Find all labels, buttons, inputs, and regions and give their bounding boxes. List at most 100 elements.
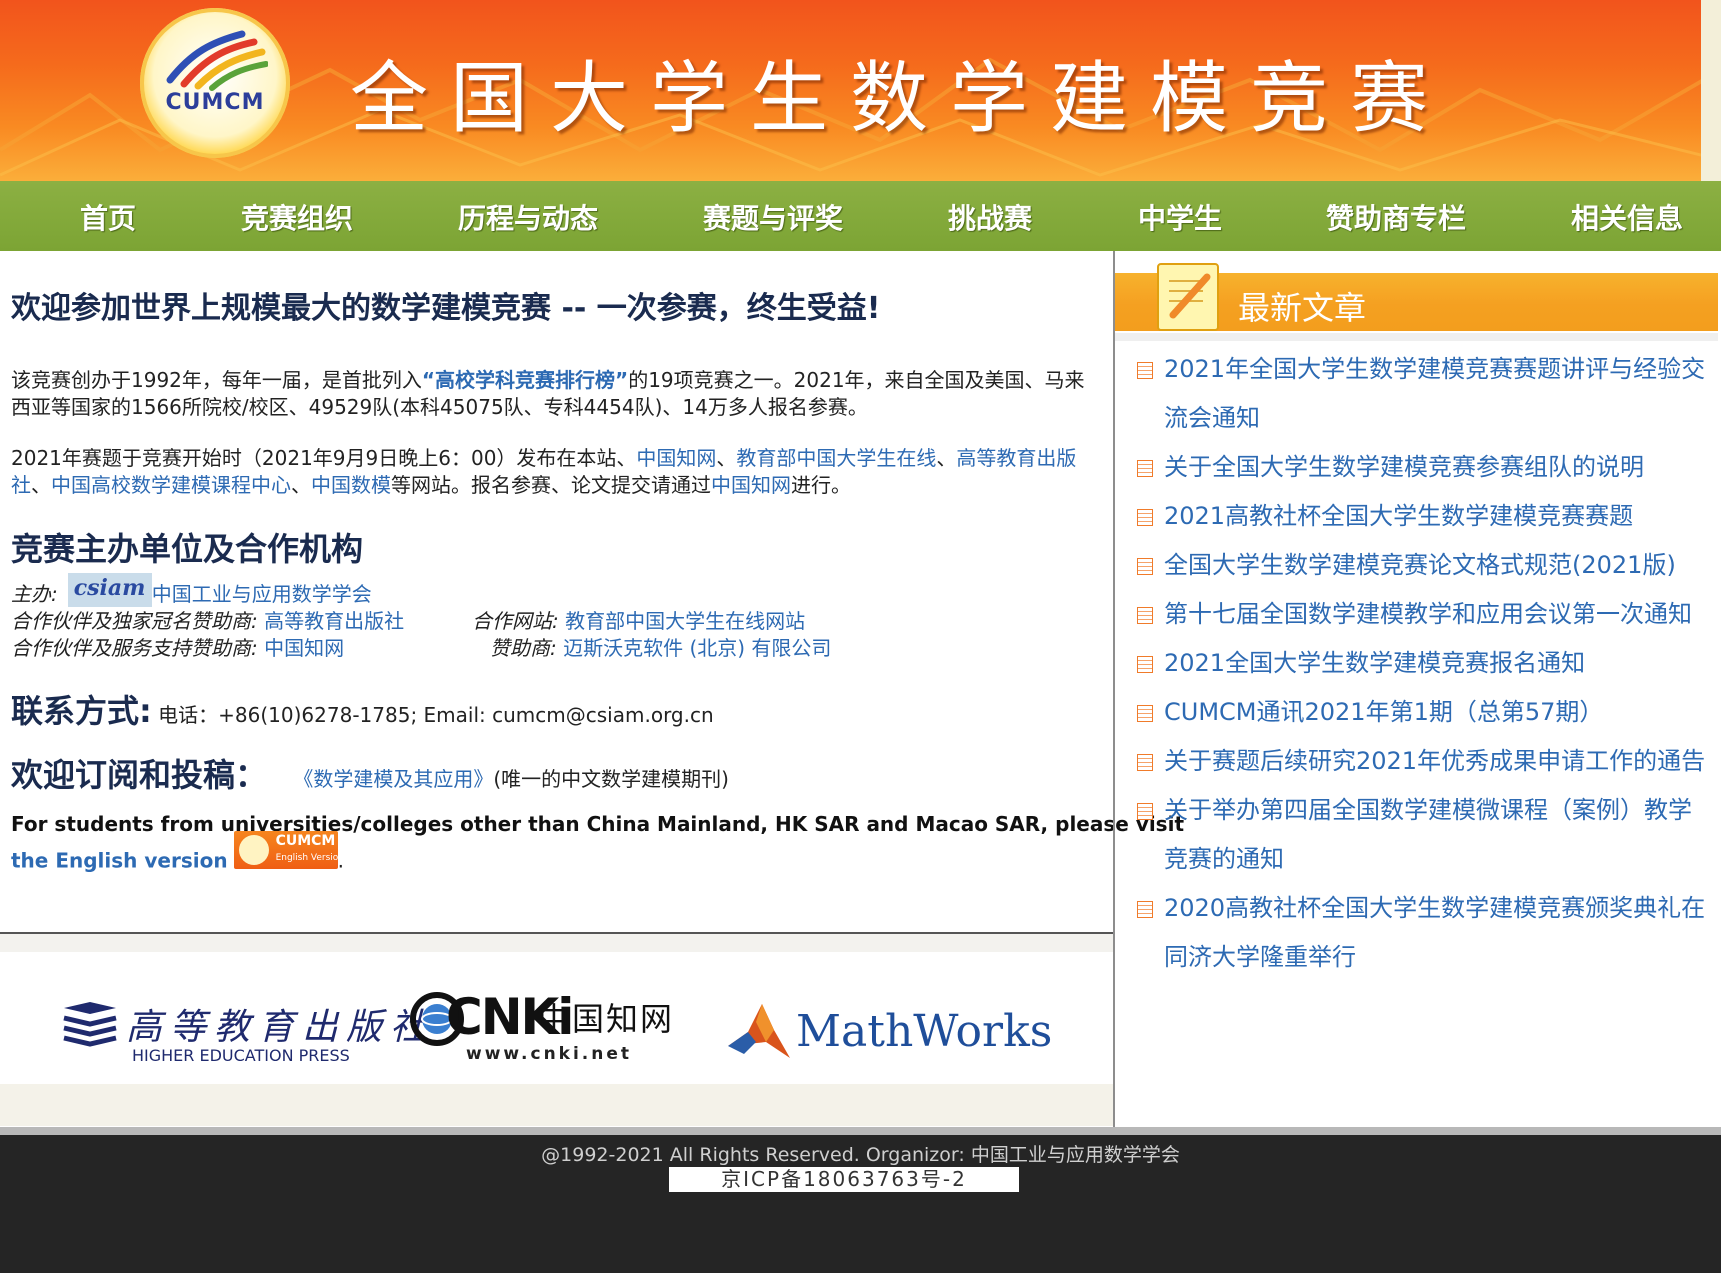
contact-heading: 联系方式: bbox=[11, 692, 152, 730]
article-item[interactable]: 2021年全国大学生数学建模竞赛赛题讲评与经验交流会通知 bbox=[1134, 345, 1710, 443]
mathworks-wordmark: MathWorks bbox=[796, 1006, 1053, 1057]
cumcm-logo[interactable]: CUMCM bbox=[140, 8, 290, 158]
release-separator: 、 bbox=[291, 473, 311, 497]
cnki-submit-link[interactable]: 中国知网 bbox=[711, 473, 791, 497]
article-title: 关于全国大学生数学建模竞赛参赛组队的说明 bbox=[1164, 453, 1644, 481]
english-version-link[interactable]: the English version bbox=[11, 849, 228, 873]
release-text-mid: 等网站。报名参赛、论文提交请通过 bbox=[391, 473, 711, 497]
subscribe-row: 欢迎订阅和投稿： 《数学建模及其应用》(唯一的中文数学建模期刊) bbox=[11, 750, 729, 796]
nav-item-challenge[interactable]: 挑战赛 bbox=[948, 197, 1032, 237]
partner-site-label: 合作网站: bbox=[472, 609, 559, 633]
journal-note: (唯一的中文数学建模期刊) bbox=[493, 767, 729, 791]
csiam-logo-text: csiam bbox=[73, 574, 146, 601]
sponsor-bottom-band bbox=[0, 1084, 1113, 1126]
partner1-label: 合作伙伴及独家冠名赞助商: bbox=[11, 609, 258, 633]
document-bullet-icon bbox=[1137, 362, 1153, 379]
cumcm-logo-text: CUMCM bbox=[165, 90, 265, 115]
sidebar-header-shadow bbox=[1115, 333, 1718, 341]
document-bullet-icon bbox=[1137, 607, 1153, 624]
cumcm-logo-mark-icon bbox=[166, 30, 268, 91]
article-item[interactable]: 关于赛题后续研究2021年优秀成果申请工作的通告 bbox=[1134, 737, 1710, 786]
release-separator: 、 bbox=[936, 446, 957, 470]
document-bullet-icon bbox=[1137, 705, 1153, 722]
article-item[interactable]: 2021高教社杯全国大学生数学建模竞赛赛题 bbox=[1134, 492, 1710, 541]
article-title: 2021年全国大学生数学建模竞赛赛题讲评与经验交流会通知 bbox=[1164, 355, 1706, 432]
hep-chinese-name: 高等教育出版社 bbox=[126, 1007, 435, 1048]
article-title: 第十七届全国数学建模教学和应用会议第一次通知 bbox=[1164, 600, 1692, 628]
cnki-partner-link[interactable]: 中国知网 bbox=[264, 636, 344, 660]
sponsor-row: 赞助商: 迈斯沃克软件 (北京) 有限公司 bbox=[490, 632, 831, 661]
header-banner: CUMCM 全国大学生数学建模竞赛 bbox=[0, 0, 1721, 181]
journal-link[interactable]: 《数学建模及其应用》 bbox=[293, 767, 493, 791]
footer-separator bbox=[0, 1127, 1721, 1135]
sponsor-band bbox=[0, 934, 1113, 952]
china-mcm-link[interactable]: 中国数模 bbox=[311, 473, 391, 497]
organizers-heading: 竞赛主办单位及合作机构 bbox=[11, 530, 364, 568]
nav-item-sponsors[interactable]: 赞助商专栏 bbox=[1326, 197, 1466, 237]
release-paragraph: 2021年赛题于竞赛开始时（2021年9月9日晚上6：00）发布在本站、中国知网… bbox=[11, 445, 1091, 499]
sponsor-logos: 高等教育出版社 HIGHER EDUCATION PRESS CNKi 中国知网… bbox=[0, 952, 1113, 1084]
nav-item-home[interactable]: 首页 bbox=[80, 197, 136, 237]
nav-item-high-school[interactable]: 中学生 bbox=[1138, 197, 1222, 237]
latest-articles-header: 最新文章 bbox=[1115, 263, 1718, 331]
nav-item-history[interactable]: 历程与动态 bbox=[458, 197, 598, 237]
csiam-logo[interactable]: csiam bbox=[67, 572, 152, 607]
course-center-link[interactable]: 中国高校数学建模课程中心 bbox=[51, 473, 291, 497]
main-nav: 首页 竞赛组织 历程与动态 赛题与评奖 挑战赛 中学生 赞助商专栏 相关信息 bbox=[0, 181, 1721, 251]
univs-online-link[interactable]: 教育部中国大学生在线 bbox=[736, 446, 936, 470]
article-item[interactable]: 关于举办第四届全国数学建模微课程（案例）教学竞赛的通知 bbox=[1134, 786, 1710, 884]
cumcm-mini-logo-icon bbox=[238, 835, 269, 865]
english-link-row: the English version CUMCM English Version. bbox=[11, 831, 344, 881]
hep-partner-link[interactable]: 高等教育出版社 bbox=[264, 609, 404, 633]
article-item[interactable]: 全国大学生数学建模竞赛论文格式规范(2021版) bbox=[1134, 541, 1710, 590]
hep-english-name: HIGHER EDUCATION PRESS bbox=[132, 1046, 350, 1065]
partner1-row: 合作伙伴及独家冠名赞助商: 高等教育出版社 bbox=[11, 605, 404, 634]
latest-articles-title: 最新文章 bbox=[1238, 289, 1367, 327]
cnki-url: www.cnki.net bbox=[466, 1044, 633, 1064]
ranking-link[interactable]: “高校学科竞赛排行榜” bbox=[422, 368, 628, 392]
document-bullet-icon bbox=[1137, 901, 1153, 918]
cnki-link[interactable]: 中国知网 bbox=[636, 446, 716, 470]
english-note: For students from universities/colleges … bbox=[11, 812, 1184, 836]
copyright-text: @1992-2021 All Rights Reserved. Organizo… bbox=[541, 1144, 1180, 1166]
document-bullet-icon bbox=[1137, 754, 1153, 771]
release-text-end: 进行。 bbox=[791, 473, 851, 497]
hep-book-icon bbox=[63, 1002, 117, 1047]
badge-cumcm-text: CUMCM bbox=[275, 833, 336, 849]
document-bullet-icon bbox=[1137, 460, 1153, 477]
latest-articles-list: 2021年全国大学生数学建模竞赛赛题讲评与经验交流会通知 关于全国大学生数学建模… bbox=[1134, 345, 1710, 982]
nav-item-problems-awards[interactable]: 赛题与评奖 bbox=[703, 197, 843, 237]
article-item[interactable]: CUMCM通讯2021年第1期（总第57期） bbox=[1134, 688, 1710, 737]
univs-online-site-link[interactable]: 教育部中国大学生在线网站 bbox=[565, 609, 805, 633]
article-title: 全国大学生数学建模竞赛论文格式规范(2021版) bbox=[1164, 551, 1676, 579]
latest-articles-sidebar: 最新文章 2021年全国大学生数学建模竞赛赛题讲评与经验交流会通知 关于全国大学… bbox=[1115, 251, 1721, 1127]
contact-text: 电话：+86(10)6278-1785; Email: cumcm@csiam.… bbox=[158, 703, 714, 727]
banner-right-strip bbox=[1701, 0, 1721, 181]
icp-license-link[interactable]: 京ICP备18063763号-2 bbox=[669, 1167, 1019, 1192]
nav-item-organization[interactable]: 竞赛组织 bbox=[241, 197, 353, 237]
article-item[interactable]: 2020高教社杯全国大学生数学建模竞赛颁奖典礼在同济大学隆重举行 bbox=[1134, 884, 1710, 982]
document-bullet-icon bbox=[1137, 803, 1153, 820]
contact-row: 联系方式: 电话：+86(10)6278-1785; Email: cumcm@… bbox=[11, 686, 714, 732]
intro-text-start: 该竞赛创办于1992年，每年一届，是首批列入 bbox=[11, 368, 422, 392]
document-bullet-icon bbox=[1137, 558, 1153, 575]
document-bullet-icon bbox=[1137, 509, 1153, 526]
article-item[interactable]: 第十七届全国数学建模教学和应用会议第一次通知 bbox=[1134, 590, 1710, 639]
partner-site-row: 合作网站: 教育部中国大学生在线网站 bbox=[472, 605, 805, 634]
article-title: 2020高教社杯全国大学生数学建模竞赛颁奖典礼在同济大学隆重举行 bbox=[1164, 894, 1706, 971]
article-item[interactable]: 2021全国大学生数学建模竞赛报名通知 bbox=[1134, 639, 1710, 688]
article-title: 2021高教社杯全国大学生数学建模竞赛赛题 bbox=[1164, 502, 1634, 530]
article-title: 关于赛题后续研究2021年优秀成果申请工作的通告 bbox=[1164, 747, 1706, 775]
english-version-badge[interactable]: CUMCM English Version bbox=[233, 831, 344, 869]
article-title: 2021全国大学生数学建模竞赛报名通知 bbox=[1164, 649, 1586, 677]
csiam-link[interactable]: 中国工业与应用数学学会 bbox=[152, 582, 372, 606]
article-title: CUMCM通讯2021年第1期（总第57期） bbox=[1164, 698, 1604, 726]
cnki-chinese-name: 中国知网 bbox=[538, 1000, 675, 1038]
site-title: 全国大学生数学建模竞赛 bbox=[350, 54, 1451, 144]
article-item[interactable]: 关于全国大学生数学建模竞赛参赛组队的说明 bbox=[1134, 443, 1710, 492]
badge-english-text: English Version bbox=[275, 853, 345, 863]
welcome-headline: 欢迎参加世界上规模最大的数学建模竞赛 -- 一次参赛，终生受益! bbox=[11, 291, 881, 326]
nav-item-related-info[interactable]: 相关信息 bbox=[1571, 197, 1683, 237]
mathworks-link[interactable]: 迈斯沃克软件 (北京) 有限公司 bbox=[563, 636, 831, 660]
release-separator: 、 bbox=[716, 446, 737, 470]
